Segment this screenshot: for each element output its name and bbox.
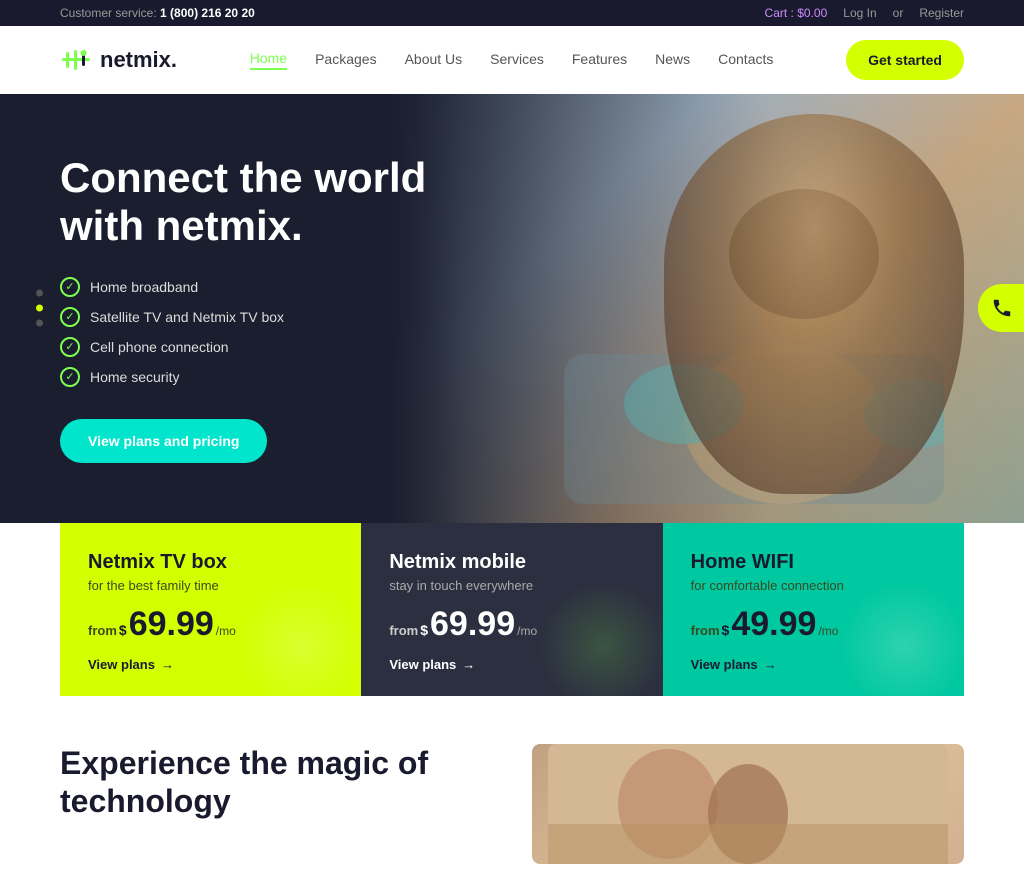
cart-info: Cart : $0.00 (765, 6, 828, 20)
card-wifi: Home WIFI for comfortable connection fro… (663, 523, 964, 696)
bottom-text: Experience the magic of technology (60, 744, 492, 821)
card-tv-box-currency: $ (119, 623, 127, 637)
slider-dot-1[interactable] (36, 290, 43, 297)
phone-icon (991, 297, 1013, 319)
feature-label-1: Home broadband (90, 279, 198, 295)
nav-news[interactable]: News (655, 51, 690, 69)
hero-heading: Connect the world with netmix. (60, 154, 440, 251)
technology-image (532, 744, 964, 864)
card-wifi-amount: 49.99 (731, 607, 816, 641)
check-icon-3: ✓ (60, 337, 80, 357)
check-icon-1: ✓ (60, 277, 80, 297)
feature-item-2: ✓ Satellite TV and Netmix TV box (60, 307, 440, 327)
card-bg-2 (533, 586, 663, 696)
card-tv-box-title: Netmix TV box (88, 551, 333, 574)
nav-features[interactable]: Features (572, 51, 627, 69)
card-tv-box-arrow-icon: → (161, 657, 174, 672)
get-started-button[interactable]: Get started (846, 40, 964, 80)
check-icon-2: ✓ (60, 307, 80, 327)
card-tv-box-from: from (88, 623, 117, 638)
nav-packages[interactable]: Packages (315, 51, 376, 69)
card-tv-box-link-text: View plans (88, 657, 155, 672)
card-mobile-arrow-icon: → (462, 657, 475, 672)
slider-dot-2[interactable] (36, 305, 43, 312)
card-bg-1 (231, 586, 361, 696)
top-bar-right: Cart : $0.00 Log In or Register (765, 6, 964, 20)
header: netmix. Home Packages About Us Services … (0, 26, 1024, 94)
feature-item-4: ✓ Home security (60, 367, 440, 387)
card-wifi-link-text: View plans (691, 657, 758, 672)
hero-features-list: ✓ Home broadband ✓ Satellite TV and Netm… (60, 277, 440, 387)
card-mobile-from: from (389, 623, 418, 638)
nav-contacts[interactable]: Contacts (718, 51, 773, 69)
cards-section: Netmix TV box for the best family time f… (0, 523, 1024, 696)
or-separator: or (893, 6, 904, 20)
customer-service: Customer service: 1 (800) 216 20 20 (60, 6, 255, 20)
phone-number: 1 (800) 216 20 20 (160, 6, 255, 20)
feature-item-3: ✓ Cell phone connection (60, 337, 440, 357)
check-icon-4: ✓ (60, 367, 80, 387)
card-bg-3 (834, 586, 964, 696)
card-wifi-currency: $ (722, 623, 730, 637)
feature-label-3: Cell phone connection (90, 339, 229, 355)
card-wifi-arrow-icon: → (764, 657, 777, 672)
top-bar: Customer service: 1 (800) 216 20 20 Cart… (0, 0, 1024, 26)
nav-home[interactable]: Home (250, 50, 287, 70)
bottom-heading-line1: Experience the magic of (60, 745, 428, 781)
feature-label-4: Home security (90, 369, 179, 385)
card-tv-box: Netmix TV box for the best family time f… (60, 523, 361, 696)
card-mobile-link-text: View plans (389, 657, 456, 672)
bottom-image (532, 744, 964, 864)
card-wifi-title: Home WIFI (691, 551, 936, 574)
logo-icon (60, 44, 92, 76)
cart-label: Cart : (765, 6, 794, 20)
woman-silhouette (564, 104, 944, 504)
bottom-section: Experience the magic of technology (0, 696, 1024, 864)
slider-dots (36, 290, 43, 327)
view-plans-button[interactable]: View plans and pricing (60, 419, 267, 463)
feature-label-2: Satellite TV and Netmix TV box (90, 309, 284, 325)
cart-amount: $0.00 (797, 6, 827, 20)
card-tv-box-amount: 69.99 (129, 607, 214, 641)
nav-about-us[interactable]: About Us (405, 51, 463, 69)
logo[interactable]: netmix. (60, 44, 177, 76)
nav-services[interactable]: Services (490, 51, 544, 69)
slider-dot-3[interactable] (36, 320, 43, 327)
card-mobile-title: Netmix mobile (389, 551, 634, 574)
card-wifi-from: from (691, 623, 720, 638)
login-link[interactable]: Log In (843, 6, 876, 20)
main-nav: Home Packages About Us Services Features… (250, 50, 774, 70)
customer-service-label: Customer service: (60, 6, 157, 20)
register-link[interactable]: Register (919, 6, 964, 20)
hero-section: Connect the world with netmix. ✓ Home br… (0, 94, 1024, 523)
logo-text: netmix. (100, 47, 177, 73)
hero-content: Connect the world with netmix. ✓ Home br… (0, 94, 500, 523)
bottom-heading-line2: technology (60, 783, 231, 819)
feature-item-1: ✓ Home broadband (60, 277, 440, 297)
card-mobile-amount: 69.99 (430, 607, 515, 641)
bottom-heading: Experience the magic of technology (60, 744, 492, 821)
phone-button[interactable] (978, 284, 1024, 332)
card-mobile: Netmix mobile stay in touch everywhere f… (361, 523, 662, 696)
card-mobile-currency: $ (420, 623, 428, 637)
